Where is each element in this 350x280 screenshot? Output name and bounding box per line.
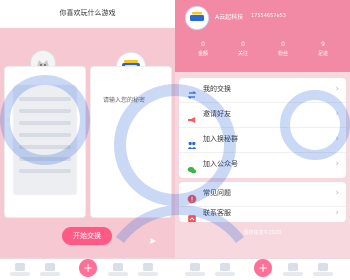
stat-label: 关注 bbox=[237, 51, 248, 57]
megaphone-icon bbox=[187, 110, 197, 123]
copyright-text: 版权信息©2020 bbox=[243, 230, 282, 236]
blurred-content bbox=[13, 85, 77, 195]
blur-line bbox=[19, 121, 71, 125]
secret-input-card[interactable]: 请输入您的秘密 bbox=[90, 66, 172, 218]
stat-value: 0 bbox=[201, 41, 205, 48]
group-icon bbox=[187, 135, 197, 149]
menu-label: 我的交换 bbox=[203, 85, 231, 93]
blur-line bbox=[19, 97, 71, 101]
wechat-svg bbox=[187, 166, 197, 174]
stat-value: 0 bbox=[281, 41, 285, 48]
profile-header: A云起科技 17554657e53 0 金额 0 关注 0 粉丝 9 足迹 bbox=[175, 0, 350, 72]
heart-icon[interactable] bbox=[148, 202, 158, 216]
share-icon[interactable] bbox=[148, 231, 158, 244]
tab-item[interactable] bbox=[40, 263, 60, 277]
heart-svg bbox=[149, 208, 157, 216]
menu-item-join-group[interactable]: 加入换秘群 › bbox=[179, 128, 346, 153]
swap-icon bbox=[187, 85, 197, 99]
chat-icon bbox=[45, 263, 55, 271]
home-icon bbox=[15, 263, 25, 271]
blur-line bbox=[19, 169, 71, 173]
home-icon bbox=[190, 263, 200, 271]
tab-item[interactable] bbox=[215, 263, 235, 277]
tab-item[interactable] bbox=[185, 263, 205, 277]
menu-item-invite-friends[interactable]: 邀请好友 › bbox=[179, 103, 346, 128]
stat-footprints[interactable]: 9 足迹 bbox=[303, 40, 343, 58]
chat-icon bbox=[220, 263, 230, 271]
chevron-right-icon: › bbox=[335, 159, 339, 169]
brand-logo-icon bbox=[186, 7, 208, 29]
secondary-menu: 常见问题 › 联系客服 › bbox=[179, 182, 346, 222]
profile-stats: 0 金额 0 关注 0 粉丝 9 足迹 bbox=[175, 40, 350, 66]
menu-label: 常见问题 bbox=[203, 189, 231, 197]
warning-icon bbox=[187, 189, 197, 204]
blur-line bbox=[19, 133, 71, 137]
right-tab-bar: + bbox=[175, 258, 350, 280]
page-title: 你喜欢玩什么游戏 bbox=[59, 9, 116, 17]
user-icon bbox=[318, 263, 328, 271]
tab-item[interactable] bbox=[283, 263, 303, 277]
tab-label-placeholder bbox=[283, 272, 303, 276]
profile-avatar[interactable] bbox=[185, 6, 209, 30]
menu-item-join-official-account[interactable]: 加入公众号 › bbox=[179, 153, 346, 177]
chevron-right-icon: › bbox=[335, 134, 339, 144]
left-tab-bar: + bbox=[0, 258, 175, 280]
tab-label-placeholder bbox=[138, 272, 158, 276]
menu-label: 加入公众号 bbox=[203, 160, 238, 168]
tab-item[interactable] bbox=[108, 263, 128, 277]
blur-line bbox=[19, 109, 71, 113]
stat-following[interactable]: 0 关注 bbox=[223, 40, 263, 58]
screenshot-root: 你喜欢玩什么游戏 请输入您的秘密 开始交换 + A云起科技 17554657e5… bbox=[0, 0, 350, 280]
stat-value: 0 bbox=[241, 41, 245, 48]
tab-item[interactable] bbox=[138, 263, 158, 277]
menu-item-my-exchanges[interactable]: 我的交换 › bbox=[179, 78, 346, 103]
profile-id: 17554657e53 bbox=[251, 13, 286, 19]
stat-amount[interactable]: 0 金额 bbox=[183, 40, 223, 58]
secret-textarea[interactable]: 请输入您的秘密 bbox=[103, 97, 161, 105]
tab-label-placeholder bbox=[108, 272, 128, 276]
user-icon bbox=[143, 263, 153, 271]
share-svg bbox=[150, 238, 156, 244]
tab-label-placeholder bbox=[40, 272, 60, 276]
chevron-right-icon: › bbox=[335, 109, 339, 119]
menu-item-contact-support[interactable]: 联系客服 › bbox=[179, 202, 346, 222]
tab-label-placeholder bbox=[185, 272, 205, 276]
add-button[interactable]: + bbox=[79, 259, 97, 277]
tab-item[interactable] bbox=[10, 263, 30, 277]
blur-line bbox=[19, 145, 71, 149]
blur-line bbox=[19, 157, 71, 161]
stat-label: 金额 bbox=[197, 51, 208, 57]
left-screen: 你喜欢玩什么游戏 请输入您的秘密 开始交换 + bbox=[0, 0, 175, 280]
chevron-right-icon: › bbox=[335, 188, 339, 198]
right-screen: A云起科技 17554657e53 0 金额 0 关注 0 粉丝 9 足迹 我的… bbox=[175, 0, 350, 280]
add-button[interactable]: + bbox=[254, 259, 272, 277]
chevron-right-icon: › bbox=[335, 208, 339, 218]
stat-label: 足迹 bbox=[317, 51, 328, 57]
contact-icon bbox=[187, 209, 197, 222]
wechat-icon bbox=[187, 160, 197, 174]
group-svg bbox=[188, 141, 196, 149]
menu-label: 联系客服 bbox=[203, 209, 231, 217]
tab-label-placeholder bbox=[313, 272, 333, 276]
tab-label-placeholder bbox=[215, 272, 235, 276]
swap-svg bbox=[187, 91, 197, 99]
menu-label: 邀请好友 bbox=[203, 110, 231, 118]
stat-label: 粉丝 bbox=[277, 51, 288, 57]
grid-icon bbox=[288, 263, 298, 271]
stat-value: 9 bbox=[321, 41, 325, 48]
stat-followers[interactable]: 0 粉丝 bbox=[263, 40, 303, 58]
megaphone-svg bbox=[188, 117, 195, 123]
profile-name: A云起科技 bbox=[215, 14, 244, 21]
secret-card-left bbox=[4, 66, 86, 218]
tab-label-placeholder bbox=[10, 272, 30, 276]
chevron-right-icon: › bbox=[335, 84, 339, 94]
primary-menu: 我的交换 › 邀请好友 › 加入换秘群 › 加入公众号 › bbox=[179, 78, 346, 178]
grid-icon bbox=[113, 263, 123, 271]
contact-svg bbox=[188, 215, 196, 222]
start-exchange-button[interactable]: 开始交换 bbox=[62, 227, 112, 245]
menu-label: 加入换秘群 bbox=[203, 135, 238, 143]
tab-item[interactable] bbox=[313, 263, 333, 277]
